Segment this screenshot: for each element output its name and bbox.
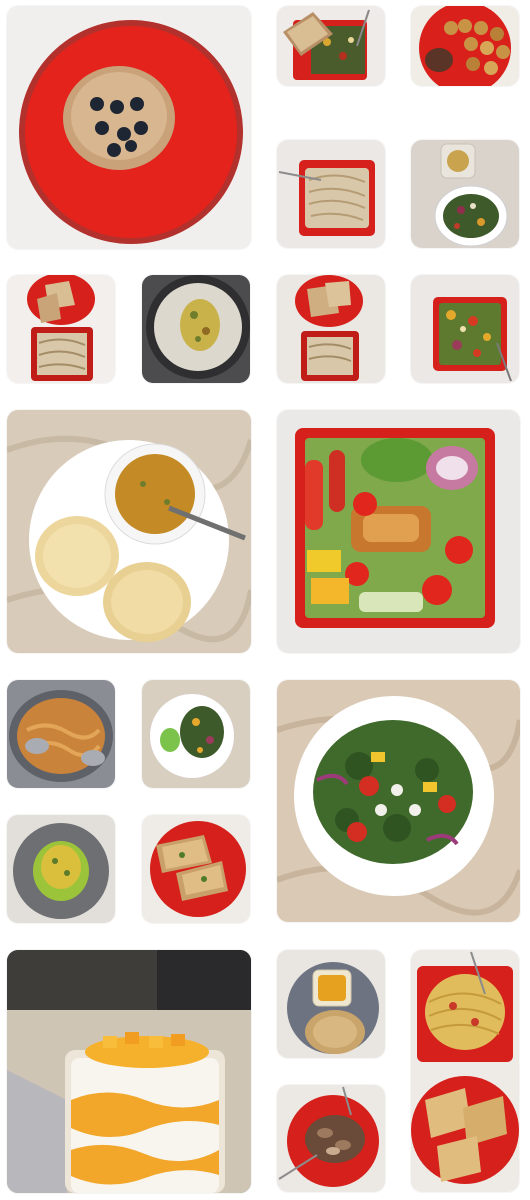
mango-parfait-photo[interactable]: [7, 950, 251, 1193]
green-salad-with-chutney-photo[interactable]: [142, 680, 250, 788]
pancakes-with-blueberries-photo[interactable]: [7, 6, 251, 249]
dressing-and-vegetable-salad-photo[interactable]: [411, 140, 519, 248]
mushroom-stirfry-photo[interactable]: [277, 1085, 385, 1192]
broccoli-feta-salad-photo[interactable]: [277, 680, 520, 922]
upma-mound-photo[interactable]: [7, 815, 115, 923]
fried-bites-with-chutney-photo[interactable]: [411, 6, 519, 86]
garlic-toast-photo[interactable]: [142, 815, 250, 923]
chopped-vegetable-salad-photo[interactable]: [411, 275, 519, 383]
toast-and-vegetable-stirfry-photo[interactable]: [277, 6, 385, 86]
chole-bhature-photo[interactable]: [7, 410, 251, 653]
dal-and-paratha-photo[interactable]: [277, 950, 385, 1058]
dosa-with-filling-on-pan-photo[interactable]: [142, 275, 250, 383]
poha-in-pan-photo[interactable]: [7, 680, 115, 788]
chicken-garden-salad-photo[interactable]: [277, 410, 520, 653]
toast-and-noodles-two-plates-photo[interactable]: [7, 275, 115, 383]
toast-and-noodles-stacked-photo[interactable]: [277, 275, 385, 383]
noodles-on-red-plate-photo[interactable]: [277, 140, 385, 248]
spaghetti-and-garlic-bread-photo[interactable]: [411, 950, 519, 1192]
